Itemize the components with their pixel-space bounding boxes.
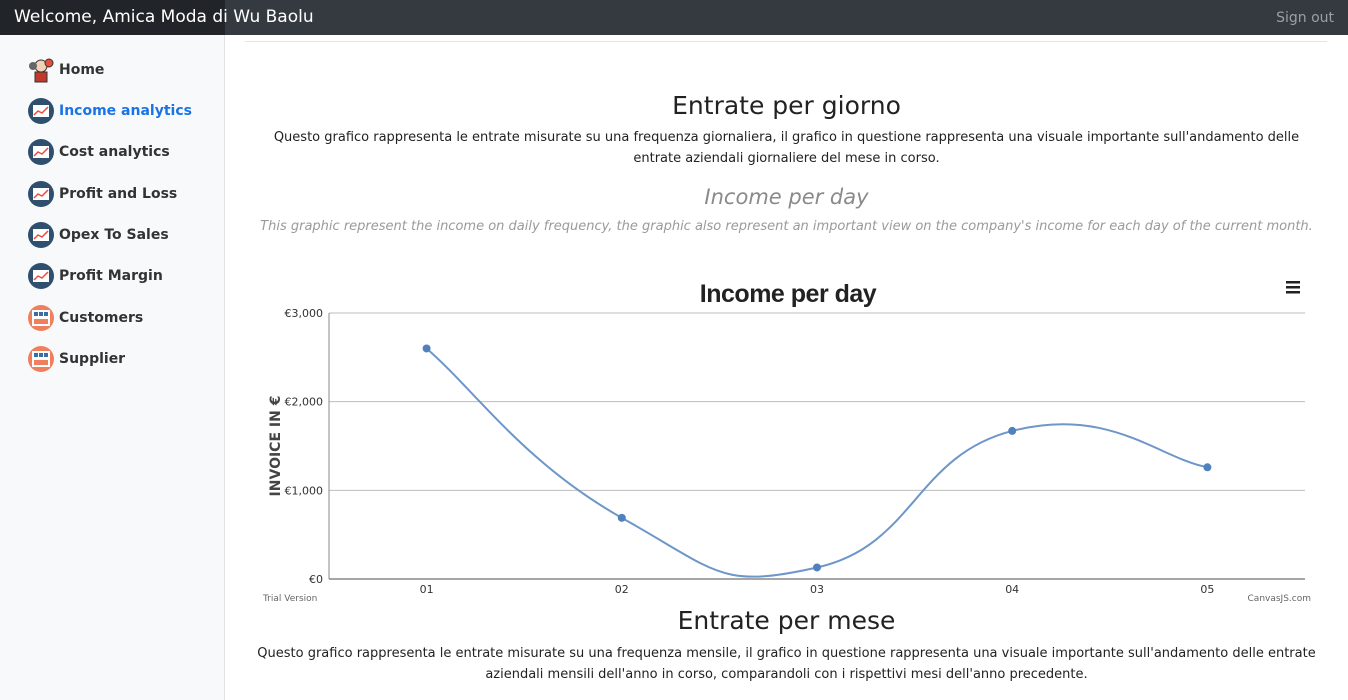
sidebar-item-opex-to-sales[interactable]: Opex To Sales — [28, 221, 169, 249]
chart-icon — [28, 263, 54, 289]
watermark-left: Trial Version — [262, 594, 317, 604]
sidebar-item-supplier[interactable]: Supplier — [28, 345, 125, 373]
chart-icon — [28, 98, 54, 124]
x-tick-label: 04 — [1005, 583, 1019, 596]
divider — [245, 41, 1327, 42]
top-navbar: Welcome, Amica Moda di Wu Baolu Sign out — [0, 0, 1348, 35]
section-desc-day: Questo grafico rappresenta le entrate mi… — [273, 130, 1300, 166]
home-avatar-icon — [28, 57, 54, 83]
data-point[interactable] — [813, 563, 821, 572]
sidebar-item-cost-analytics[interactable]: Cost analytics — [28, 138, 170, 166]
sidebar-item-profit-margin[interactable]: Profit Margin — [28, 262, 163, 290]
sidebar-item-label: Profit and Loss — [59, 186, 178, 202]
brand-title[interactable]: Welcome, Amica Moda di Wu Baolu — [14, 7, 314, 27]
sidebar-item-income-analytics[interactable]: Income analytics — [28, 97, 192, 125]
section-desc-month: Questo grafico rappresenta le entrate mi… — [257, 646, 1316, 682]
y-tick-label: €2,000 — [285, 396, 324, 409]
people-icon — [28, 305, 54, 331]
section-title-day: Entrate per giorno — [672, 91, 901, 120]
chart-icon — [28, 181, 54, 207]
data-point[interactable] — [617, 513, 626, 522]
x-tick-label: 05 — [1200, 583, 1214, 596]
sign-out-link[interactable]: Sign out — [1276, 10, 1334, 26]
section-desc-day-en: This graphic represent the income on dai… — [260, 219, 1313, 234]
section-title-day-en: Income per day — [704, 185, 869, 209]
sidebar-item-label: Customers — [59, 310, 144, 326]
sidebar-item-label: Opex To Sales — [59, 227, 169, 243]
y-tick-label: €0 — [309, 573, 323, 586]
data-point[interactable] — [1008, 426, 1017, 435]
sidebar-item-home[interactable]: Home — [28, 56, 104, 84]
sidebar-item-customers[interactable]: Customers — [28, 304, 143, 332]
chart-title: Income per day — [700, 280, 877, 308]
x-tick-label: 01 — [420, 583, 434, 596]
chart-menu-icon[interactable] — [1285, 279, 1301, 295]
data-point[interactable] — [422, 344, 431, 353]
y-tick-label: €3,000 — [285, 307, 324, 320]
sidebar-item-label: Supplier — [59, 351, 126, 367]
main-content: Entrate per giorno Questo grafico rappre… — [225, 35, 1348, 700]
sidebar-item-label: Profit Margin — [59, 268, 163, 284]
watermark-right[interactable]: CanvasJS.com — [1248, 594, 1311, 604]
income-per-day-chart: Income per day INVOICE IN € €0 €1,000 €2,0… — [262, 279, 1311, 604]
sidebar-item-label: Income analytics — [59, 103, 192, 119]
sidebar-item-profit-and-loss[interactable]: Profit and Loss — [28, 180, 177, 208]
sidebar-item-label: Cost analytics — [59, 144, 170, 160]
sidebar-item-label: Home — [59, 62, 105, 78]
data-point[interactable] — [1203, 463, 1212, 472]
y-axis-label: INVOICE IN € — [268, 396, 284, 497]
series-line — [425, 347, 1208, 578]
x-tick-label: 02 — [615, 583, 629, 596]
people-icon — [28, 346, 54, 372]
y-tick-label: €1,000 — [285, 484, 324, 497]
sidebar: Home Income analytics Cost analytics Pro… — [0, 35, 225, 700]
chart-icon — [28, 222, 54, 248]
chart-icon — [28, 139, 54, 165]
section-title-month: Entrate per mese — [677, 606, 896, 635]
x-tick-label: 03 — [810, 583, 824, 596]
